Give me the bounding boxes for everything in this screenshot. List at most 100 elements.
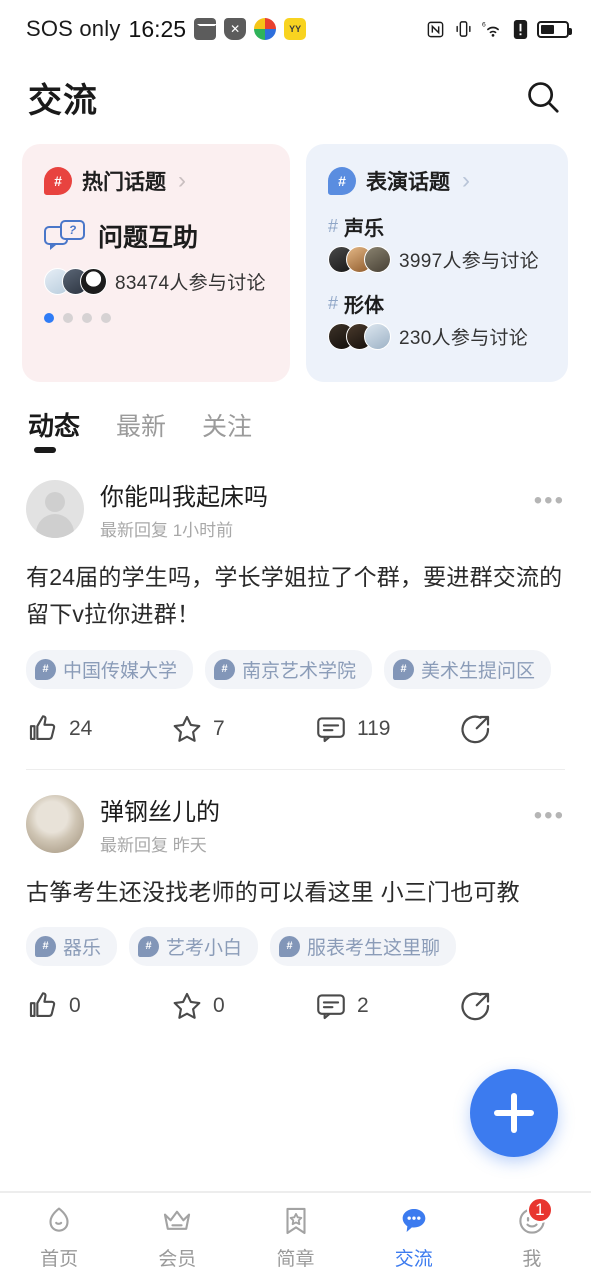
post-tags: # 器乐 # 艺考小白 # 服表考生这里聊 [26, 911, 567, 966]
page-title: 交流 [28, 81, 98, 120]
share-icon [461, 992, 490, 1020]
nav-badge: 1 [526, 1196, 553, 1223]
nav-item-member[interactable]: 会员 [118, 1203, 236, 1271]
favorite-button[interactable]: 7 [170, 712, 314, 746]
app-root: SOS only 16:25 6 [0, 0, 591, 1280]
nav-item-brochure[interactable]: 简章 [236, 1203, 354, 1271]
pager-dot-4[interactable] [101, 313, 111, 323]
performance-topics-title: 表演话题 [366, 171, 450, 194]
hash-badge-icon: # [279, 935, 301, 957]
post-more-button[interactable]: ••• [534, 802, 565, 830]
tag-chip[interactable]: # 服表考生这里聊 [270, 926, 457, 966]
hash-glyph: # [328, 293, 339, 313]
avatar-stack [328, 246, 391, 273]
avatar[interactable] [26, 480, 84, 538]
svg-text:6: 6 [482, 21, 486, 28]
topic-participants-count: 230人参与讨论 [399, 328, 529, 349]
tab-zuixin[interactable]: 最新 [116, 407, 166, 455]
tag-chip[interactable]: # 美术生提问区 [384, 649, 552, 689]
tag-chip[interactable]: # 艺考小白 [129, 926, 259, 966]
nav-item-profile[interactable]: 1 我 [473, 1196, 591, 1271]
featured-topic-row[interactable]: ? 问题互助 [44, 218, 270, 254]
nfc-icon [427, 21, 444, 37]
hash-badge-icon: # [35, 658, 56, 680]
nav-label: 会员 [158, 1248, 197, 1270]
pager-dot-3[interactable] [82, 313, 92, 323]
create-post-fab[interactable] [470, 1069, 558, 1157]
featured-topic-title: 问题互助 [98, 224, 199, 252]
pager-dot-1[interactable] [44, 313, 54, 323]
post-item[interactable]: 弹钢丝儿的 最新回复 昨天 ••• 古筝考生还没找老师的可以看这里 小三门也可教… [0, 770, 591, 1046]
like-button[interactable]: 24 [26, 712, 170, 746]
performance-topics-card[interactable]: # 表演话题 › # 声乐 3997人参与讨论 # 形体 230人参与讨论 [306, 144, 568, 382]
comment-icon [317, 716, 345, 742]
like-count: 0 [69, 993, 81, 1017]
thumbs-up-icon [29, 991, 56, 1017]
avatar[interactable] [26, 794, 84, 853]
favorite-button[interactable]: 0 [170, 989, 314, 1023]
share-icon [461, 715, 490, 743]
tag-label: 美术生提问区 [421, 660, 536, 682]
color-app-icon [254, 18, 277, 40]
post-username: 你能叫我起床吗 [100, 484, 268, 511]
topic-item-vocal[interactable]: # 声乐 3997人参与讨论 [328, 212, 548, 273]
chevron-right-icon: › [178, 167, 186, 194]
question-mark-glyph: ? [60, 220, 85, 240]
tab-guanzhu[interactable]: 关注 [202, 407, 252, 455]
chevron-right-icon: › [462, 167, 470, 194]
like-button[interactable]: 0 [26, 989, 170, 1023]
share-button[interactable] [458, 988, 494, 1024]
hot-topics-header[interactable]: # 热门话题 › [44, 166, 270, 196]
hot-topics-title: 热门话题 [82, 171, 166, 194]
nav-item-home[interactable]: 首页 [0, 1203, 118, 1271]
performance-topics-header[interactable]: # 表演话题 › [328, 166, 548, 196]
bottom-navigation: 首页 会员 简章 交流 1 我 [0, 1192, 591, 1280]
tag-chip[interactable]: # 南京艺术学院 [205, 649, 373, 689]
pager-dot-2[interactable] [63, 313, 73, 323]
hash-badge-icon: # [35, 935, 56, 957]
tag-chip[interactable]: # 器乐 [26, 926, 118, 966]
comment-icon [317, 994, 345, 1019]
thumbs-up-icon [29, 714, 56, 740]
favorite-count: 7 [213, 716, 225, 740]
search-button[interactable] [521, 75, 565, 119]
post-body: 有24届的学生吗，学长学姐拉了个群，要进群交流的留下v拉你进群！ [26, 564, 563, 628]
post-item[interactable]: 你能叫我起床吗 最新回复 1小时前 ••• 有24届的学生吗，学长学姐拉了个群，… [0, 455, 591, 769]
star-icon [173, 715, 201, 742]
post-tags: # 中国传媒大学 # 南京艺术学院 # 美术生提问区 [26, 634, 567, 689]
feed-tabs: 动态 最新 关注 [0, 382, 591, 455]
hash-glyph: # [328, 216, 339, 236]
post-more-button[interactable]: ••• [534, 487, 565, 515]
comment-count: 119 [357, 716, 391, 740]
comment-button[interactable]: 2 [314, 989, 458, 1023]
mail-icon [194, 18, 217, 40]
topic-item-physique[interactable]: # 形体 230人参与讨论 [328, 289, 548, 350]
topic-label: 形体 [344, 295, 385, 317]
chat-bubble-icon [395, 1203, 433, 1239]
card-pager[interactable] [44, 313, 270, 323]
nav-item-community[interactable]: 交流 [355, 1203, 473, 1271]
post-meta: 弹钢丝儿的 最新回复 昨天 [100, 792, 220, 856]
post-timestamp: 最新回复 昨天 [100, 835, 207, 855]
page-header: 交流 [0, 58, 591, 136]
post-actions: 24 7 119 [26, 689, 567, 769]
clock-label: 16:25 [128, 15, 187, 42]
topic-name-row: # 声乐 [328, 212, 548, 241]
topic-participants-count: 3997人参与讨论 [399, 251, 539, 272]
battery-icon [537, 20, 572, 38]
post-header: 弹钢丝儿的 最新回复 昨天 ••• [26, 776, 567, 856]
tab-dongtai[interactable]: 动态 [28, 406, 80, 455]
tag-chip[interactable]: # 中国传媒大学 [26, 649, 194, 689]
carrier-label: SOS only [26, 16, 121, 41]
crown-icon [158, 1203, 196, 1239]
star-icon [173, 992, 201, 1019]
comment-button[interactable]: 119 [314, 712, 458, 746]
topic-participants-row: 230人参与讨论 [328, 323, 548, 350]
shield-block-icon [224, 18, 247, 40]
post-header: 你能叫我起床吗 最新回复 1小时前 ••• [26, 461, 567, 541]
hash-badge-icon: # [393, 658, 415, 680]
post-actions: 0 0 2 [26, 966, 567, 1046]
hot-topics-card[interactable]: # 热门话题 › ? 问题互助 83474人参与讨论 [22, 144, 290, 382]
share-button[interactable] [458, 711, 494, 747]
alert-icon [513, 19, 528, 39]
